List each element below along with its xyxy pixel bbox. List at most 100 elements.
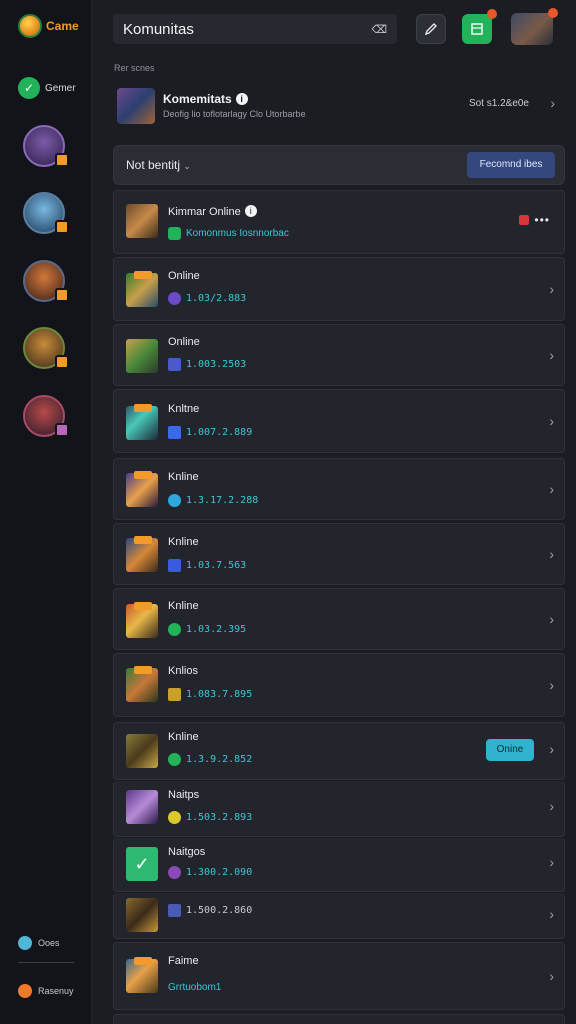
chevron-right-icon: ›: [549, 741, 554, 757]
row-status: Grrtuobom1: [168, 982, 222, 993]
game-thumbnail: [126, 339, 158, 373]
notification-dot: [548, 8, 558, 18]
more-icon[interactable]: •••: [534, 213, 550, 227]
list-item[interactable]: Knline 1.3.9.2.852 Onine ›: [113, 722, 565, 780]
edit-button[interactable]: [416, 14, 446, 44]
list-item[interactable]: Knline 1.3.17.2.288 ›: [113, 458, 565, 520]
row-status: 1.03.2.395: [168, 623, 246, 636]
row-status: 1.300.2.090: [168, 866, 252, 879]
row-title: Knlios: [168, 665, 198, 677]
row-title: Kimmar Online i: [168, 205, 257, 218]
checkmark-icon: ✓: [18, 77, 40, 99]
badge-icon: [55, 423, 69, 437]
check-icon: [168, 227, 181, 240]
row-actions[interactable]: •••: [519, 213, 550, 227]
row-status: 1.003.2503: [168, 358, 246, 371]
tag-badge: [134, 602, 152, 610]
community-avatar-5[interactable]: [23, 395, 69, 437]
community-thumbnail: [117, 88, 155, 124]
row-title: Naitps: [168, 789, 200, 801]
info-icon: i: [235, 93, 248, 105]
section-label: Rer scnes: [114, 63, 155, 73]
brand-logo-icon: [18, 14, 42, 38]
community-avatar-4[interactable]: [23, 327, 69, 369]
list-item[interactable]: Faime Grrtuobom1 ›: [113, 942, 565, 1010]
list-item[interactable]: Knltne 1.007.2.889 ›: [113, 389, 565, 453]
sidebar-bottom-item-1[interactable]: Ooes: [18, 936, 60, 950]
list-item[interactable]: Online 1.003.2503 ›: [113, 324, 565, 386]
search-value: Komunitas: [123, 20, 194, 38]
game-thumbnail: [126, 898, 158, 932]
tag-badge: [134, 666, 152, 674]
community-subtitle: Deofig lio toflotarlagy Clo Utorbarbe: [163, 109, 306, 119]
notification-dot: [487, 9, 497, 19]
profile-avatar[interactable]: [511, 8, 558, 45]
list-item[interactable]: Knlios 1.083.7.895 ›: [113, 653, 565, 717]
list-item[interactable]: 1.500.2.860 ›: [113, 893, 565, 939]
row-title: Knline: [168, 600, 199, 612]
info-icon: i: [244, 205, 257, 217]
search-input[interactable]: Komunitas ⌫: [113, 14, 397, 44]
chevron-right-icon: ›: [549, 968, 554, 984]
sidebar-bottom-item-2[interactable]: Rasenuy: [18, 984, 74, 998]
row-status: 1.03/2.883: [168, 292, 246, 305]
row-title: Online: [168, 336, 200, 348]
badge-icon: [55, 153, 69, 167]
list-item[interactable]: Knline 1.03.7.563 ›: [113, 523, 565, 585]
list-item[interactable]: [113, 1014, 565, 1024]
badge-icon: [55, 288, 69, 302]
sidebar-bottom-label-1: Ooes: [38, 938, 60, 948]
list-item[interactable]: Knline 1.03.2.395 ›: [113, 588, 565, 650]
row-title: Knline: [168, 536, 199, 548]
list-item[interactable]: Kimmar Online i Komonmus Iosnnorbac •••: [113, 190, 565, 254]
chevron-right-icon: ›: [549, 347, 554, 363]
online-button[interactable]: Onine: [486, 739, 534, 761]
chevron-right-icon: ›: [549, 611, 554, 627]
clear-icon[interactable]: ⌫: [371, 23, 387, 36]
game-thumbnail: [126, 204, 158, 238]
tag-badge: [134, 404, 152, 412]
list-item[interactable]: ✓ Naitgos 1.300.2.090 ›: [113, 838, 565, 892]
divider: [18, 962, 74, 963]
chevron-right-icon: ›: [549, 798, 554, 814]
filter-bar: Not bentitj ⌄ Fecomnd ibes: [113, 145, 565, 185]
square-icon: [471, 23, 483, 35]
community-meta: Sot s1.2&e0e: [468, 98, 529, 109]
brand[interactable]: Came: [18, 14, 79, 38]
status-icon: [168, 811, 181, 824]
gamer-label: Gemer: [45, 82, 76, 94]
community-header[interactable]: Komemitats i Deofig lio toflotarlagy Clo …: [113, 84, 565, 126]
list-item[interactable]: Naitps 1.503.2.893 ›: [113, 781, 565, 837]
status-icon: [168, 494, 181, 507]
row-status: 1.083.7.895: [168, 688, 252, 701]
badge-icon: [55, 355, 69, 369]
chevron-right-icon: ›: [549, 546, 554, 562]
flag-icon: [519, 215, 530, 225]
pencil-icon: [424, 23, 437, 36]
community-avatar-2[interactable]: [23, 192, 69, 234]
row-title: Naitgos: [168, 846, 206, 858]
community-avatar-1[interactable]: [23, 125, 69, 167]
badge-icon: [55, 220, 69, 234]
row-status: 1.007.2.889: [168, 426, 252, 439]
row-status: 1.500.2.860: [168, 904, 252, 917]
row-status: 1.03.7.563: [168, 559, 246, 572]
tag-badge: [134, 471, 152, 479]
list-item[interactable]: Online 1.03/2.883 ›: [113, 257, 565, 321]
add-button[interactable]: [462, 9, 497, 44]
community-avatar-3[interactable]: [23, 260, 69, 302]
filter-dropdown[interactable]: Not bentitj ⌄: [126, 158, 191, 172]
recommend-button[interactable]: Fecomnd ibes: [467, 152, 555, 178]
chevron-down-icon: ⌄: [183, 161, 191, 171]
status-icon: [168, 623, 181, 636]
chevron-right-icon: ›: [549, 413, 554, 429]
row-title: Knline: [168, 731, 199, 743]
chevron-right-icon: ›: [549, 481, 554, 497]
status-icon: [168, 559, 181, 572]
row-status: 1.3.9.2.852: [168, 753, 252, 766]
row-status: 1.503.2.893: [168, 811, 252, 824]
tag-badge: [134, 271, 152, 279]
status-icon: [168, 866, 181, 879]
gamer-filter[interactable]: ✓ Gemer: [18, 77, 76, 99]
status-icon: [168, 688, 181, 701]
